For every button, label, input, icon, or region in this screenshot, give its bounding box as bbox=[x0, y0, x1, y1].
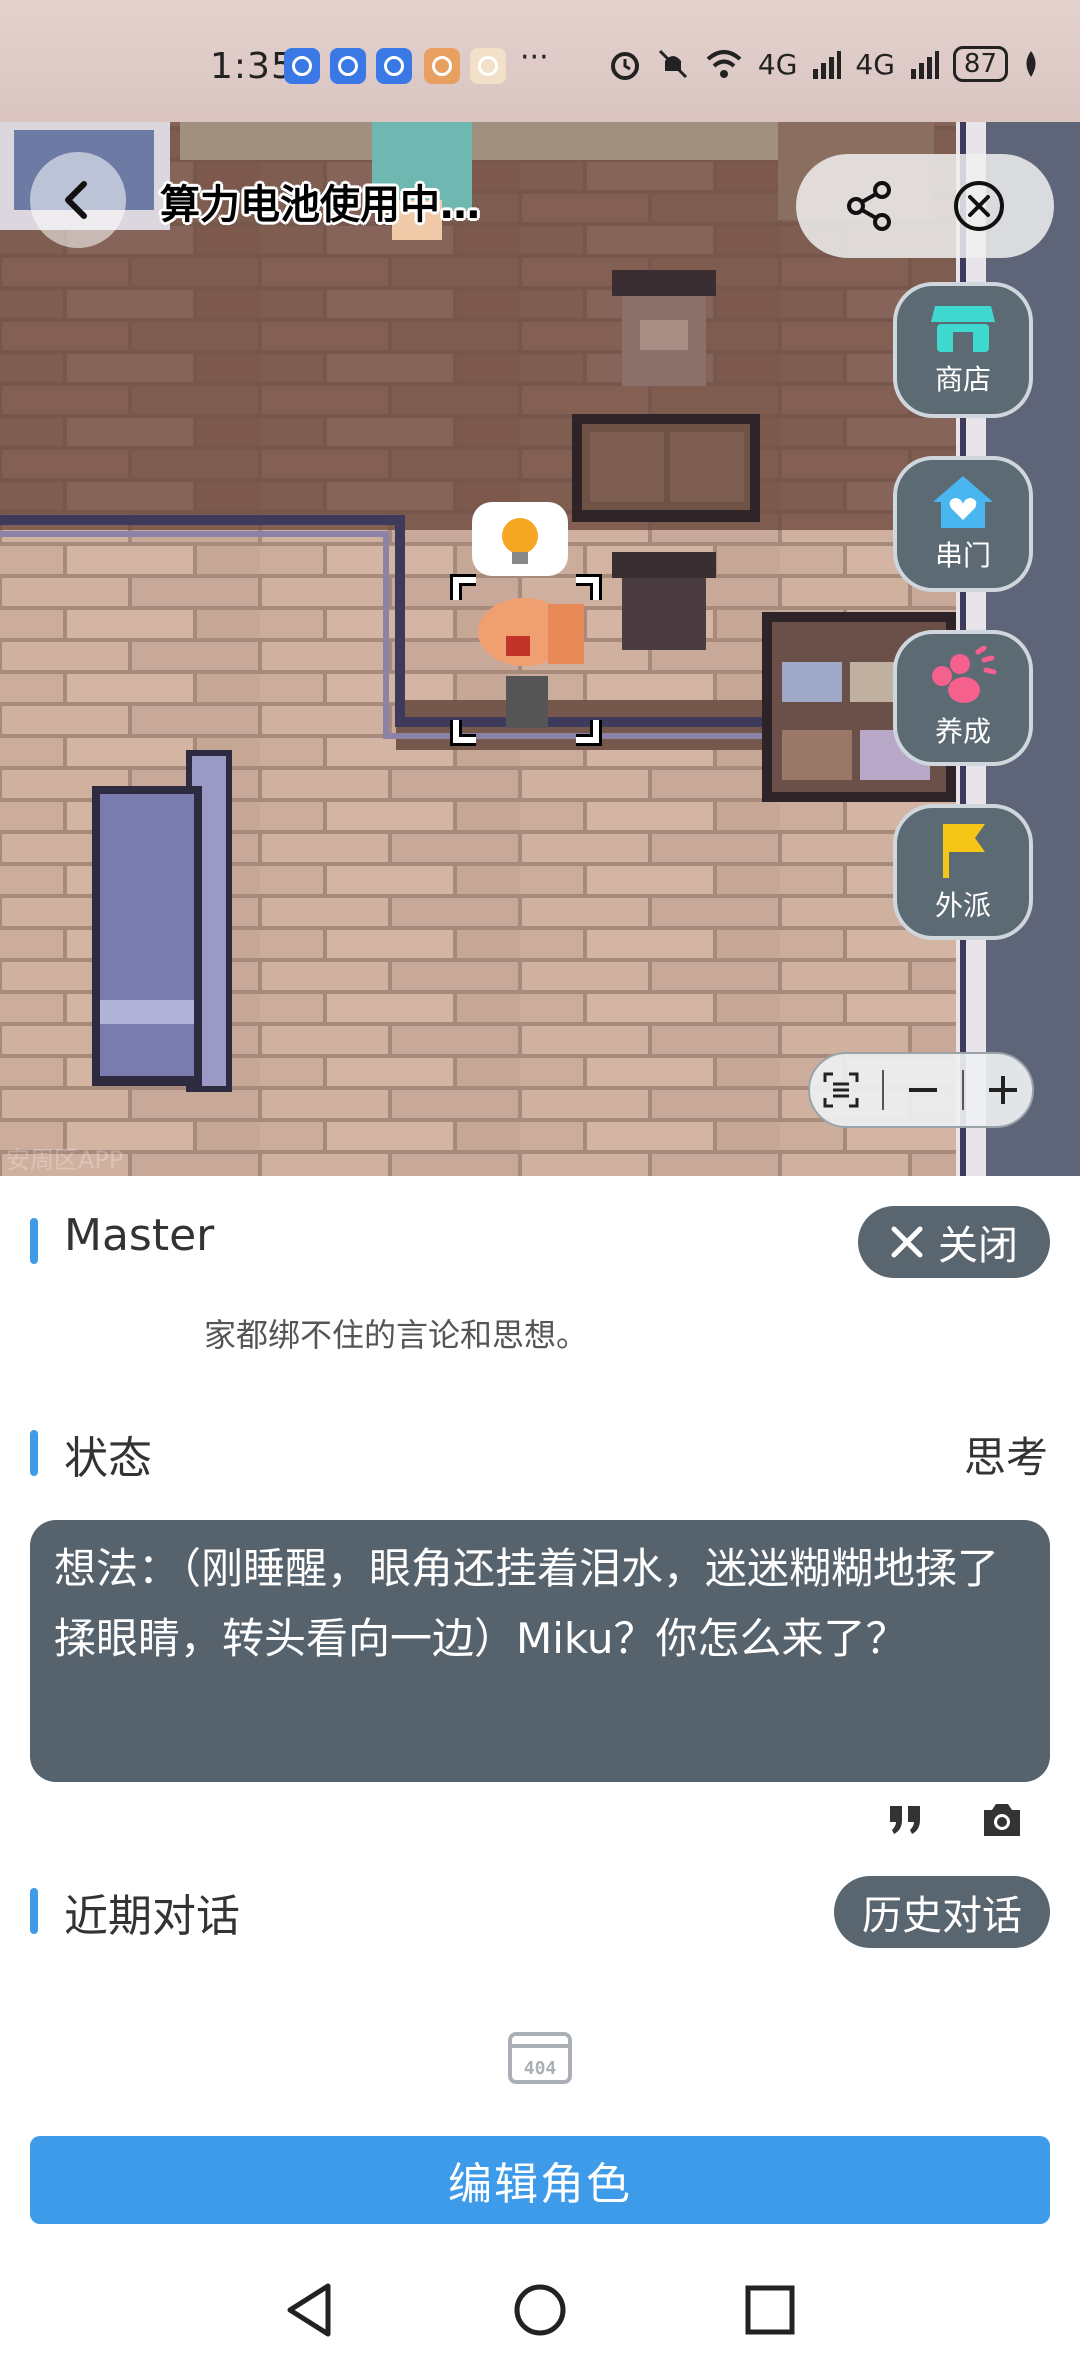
zoom-controls bbox=[808, 1052, 1034, 1128]
zoom-divider bbox=[962, 1070, 965, 1110]
status-time: 1:35 bbox=[210, 46, 295, 87]
alarm-icon bbox=[610, 52, 639, 80]
edit-character-button[interactable]: 编辑角色 bbox=[30, 2136, 1050, 2224]
battery-indicator: 87 bbox=[952, 46, 1008, 82]
close-button[interactable]: 关闭 bbox=[858, 1206, 1050, 1278]
signal-label-1: 4G bbox=[757, 47, 798, 81]
alarm-app-icon bbox=[330, 48, 366, 84]
mute-icon bbox=[658, 49, 687, 79]
character-name: Master bbox=[64, 1210, 215, 1261]
status-right: 4G 4G 87 bbox=[608, 46, 1040, 82]
state-title: 状态 bbox=[64, 1433, 152, 1484]
character-description: 家都绑不住的言论和思想。 bbox=[204, 1316, 589, 1354]
close-label: 关闭 bbox=[938, 1223, 1018, 1269]
signal-bars-icon bbox=[910, 51, 939, 79]
watermark: 安周区APP bbox=[6, 1146, 124, 1174]
section-marker bbox=[30, 1430, 38, 1476]
status-bar: 1:35 ··· 4G 4G 87 bbox=[0, 0, 1080, 122]
zoom-divider bbox=[881, 1070, 884, 1110]
shop-button[interactable]: 商店 bbox=[893, 282, 1033, 418]
leaf-icon bbox=[1026, 51, 1036, 77]
quote-icon[interactable] bbox=[886, 1800, 926, 1840]
section-marker bbox=[30, 1218, 38, 1264]
zoom-out-icon[interactable] bbox=[905, 1072, 941, 1108]
empty-404-icon: 404 bbox=[508, 2032, 572, 2084]
dispatch-label: 外派 bbox=[934, 889, 991, 922]
game-app-icon bbox=[424, 48, 460, 84]
signal-label-2: 4G bbox=[855, 47, 895, 81]
nav-home-icon[interactable] bbox=[510, 2280, 570, 2340]
more-notifications-icon: ··· bbox=[520, 40, 549, 75]
wifi-icon bbox=[706, 50, 742, 78]
visit-label: 串门 bbox=[934, 539, 991, 572]
game-app-icon bbox=[470, 48, 506, 84]
state-value: 思考 bbox=[963, 1433, 1048, 1482]
nav-recents-icon[interactable] bbox=[740, 2280, 800, 2340]
chevron-left-icon bbox=[65, 181, 87, 219]
alarm-app-icon bbox=[284, 48, 320, 84]
close-circle-icon[interactable] bbox=[951, 178, 1007, 234]
camera-icon[interactable] bbox=[980, 1800, 1024, 1840]
nurture-label: 养成 bbox=[934, 715, 991, 748]
section-marker bbox=[30, 1888, 38, 1934]
signal-bars-icon bbox=[813, 51, 842, 79]
visit-button[interactable]: 串门 bbox=[893, 456, 1033, 592]
dispatch-button[interactable]: 外派 bbox=[893, 804, 1033, 940]
nav-back-icon[interactable] bbox=[280, 2280, 340, 2340]
game-map[interactable]: 1:35 ··· 4G 4G 87 算力电池使用中… 商店 串门 养成 外派 安… bbox=[0, 0, 1080, 1176]
focus-icon[interactable] bbox=[821, 1070, 861, 1110]
map-title: 算力电池使用中… bbox=[160, 182, 480, 228]
shop-icon bbox=[931, 306, 995, 352]
history-button[interactable]: 历史对话 bbox=[834, 1876, 1050, 1948]
nurture-button[interactable]: 养成 bbox=[893, 630, 1033, 766]
empty-404-text: 404 bbox=[524, 2058, 557, 2079]
share-icon[interactable] bbox=[844, 180, 896, 232]
alarm-app-icon bbox=[376, 48, 412, 84]
back-button[interactable] bbox=[30, 152, 126, 248]
flag-icon bbox=[943, 824, 985, 878]
paw-icon bbox=[932, 646, 997, 703]
home-heart-icon bbox=[933, 476, 993, 528]
recent-title: 近期对话 bbox=[64, 1891, 240, 1942]
shop-label: 商店 bbox=[934, 363, 991, 396]
thought-bubble: 想法：（刚睡醒，眼角还挂着泪水，迷迷糊糊地揉了揉眼睛，转头看向一边）Miku？你… bbox=[30, 1520, 1050, 1782]
close-icon bbox=[891, 1226, 923, 1258]
zoom-in-icon[interactable] bbox=[985, 1072, 1021, 1108]
top-actions bbox=[796, 154, 1054, 258]
